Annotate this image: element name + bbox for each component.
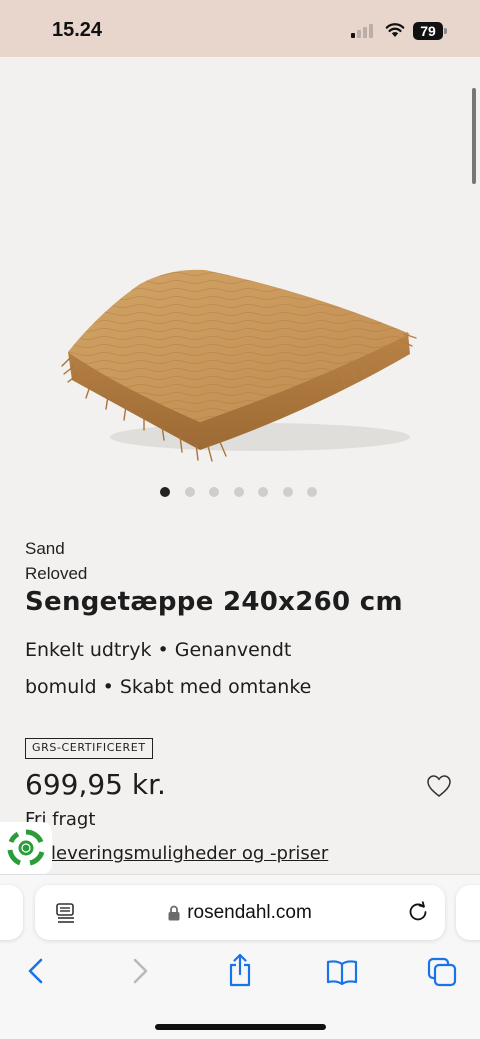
status-bar: 15.24 79 xyxy=(0,0,480,57)
product-image[interactable] xyxy=(60,262,420,467)
wifi-icon xyxy=(385,23,405,37)
product-price: 699,95 kr. xyxy=(25,768,166,801)
scrollbar[interactable] xyxy=(472,88,476,184)
carousel-dot[interactable] xyxy=(282,487,293,497)
url-text: rosendahl.com xyxy=(187,901,312,923)
signal-icon xyxy=(351,24,375,38)
url-display[interactable]: rosendahl.com xyxy=(35,885,445,940)
forward-icon[interactable] xyxy=(129,957,151,985)
certification-badge: GRS-CERTIFICERET xyxy=(25,738,153,759)
product-collection: Reloved xyxy=(25,564,88,583)
carousel-dot[interactable] xyxy=(258,487,268,497)
carousel-dot[interactable] xyxy=(209,487,219,497)
eco-badge-icon[interactable] xyxy=(0,822,52,874)
battery-icon: 79 xyxy=(413,22,447,40)
address-bar[interactable]: rosendahl.com xyxy=(35,885,445,940)
reload-icon[interactable] xyxy=(407,901,429,923)
product-variant: Sand xyxy=(25,539,65,558)
tabs-icon[interactable] xyxy=(427,957,457,987)
status-time: 15.24 xyxy=(52,19,103,41)
next-tab-preview[interactable] xyxy=(456,885,480,940)
carousel-dot[interactable] xyxy=(307,487,317,497)
carousel-dot[interactable] xyxy=(233,487,244,497)
home-indicator xyxy=(155,1024,326,1030)
carousel-dot[interactable] xyxy=(184,487,195,497)
product-tagline: bomuld • Skabt med omtanke xyxy=(25,676,312,698)
product-tagline: Enkelt udtryk • Genanvendt xyxy=(25,639,292,661)
share-icon[interactable] xyxy=(227,953,253,987)
heart-icon[interactable] xyxy=(426,774,452,798)
previous-tab-preview[interactable] xyxy=(0,885,23,940)
bookmarks-icon[interactable] xyxy=(326,959,358,985)
back-icon[interactable] xyxy=(25,957,47,985)
lock-icon xyxy=(168,905,180,920)
product-title: Sengetæppe 240x260 cm xyxy=(25,587,403,617)
delivery-options-link[interactable]: leveringsmuligheder og -priser xyxy=(51,843,328,864)
carousel-dot[interactable] xyxy=(160,487,170,497)
browser-toolbar: rosendahl.com xyxy=(0,874,480,1039)
battery-level: 79 xyxy=(413,22,443,40)
